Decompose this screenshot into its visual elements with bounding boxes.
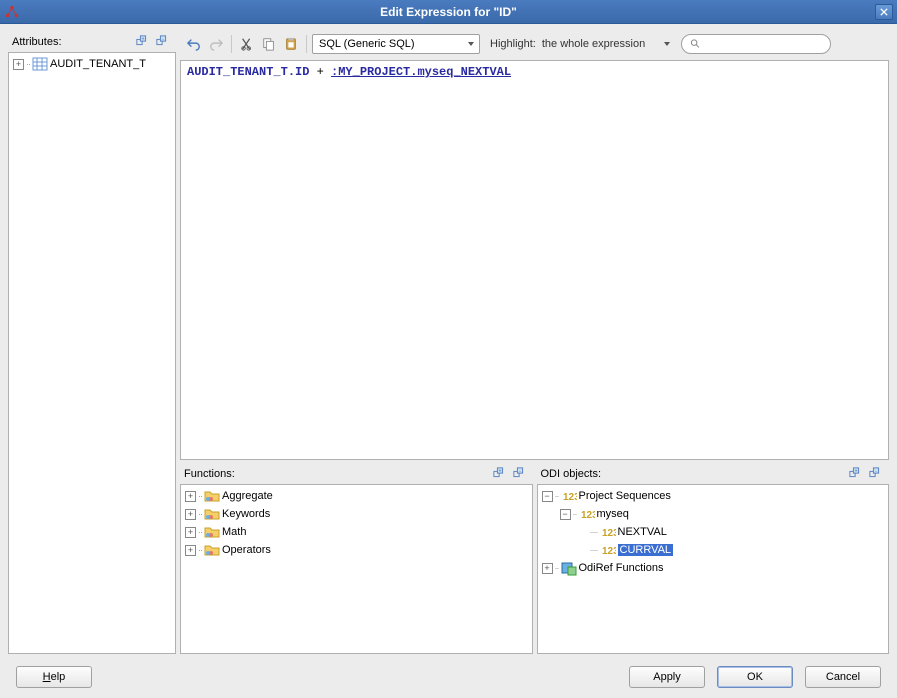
tree-node-myseq[interactable]: −·· 123 myseq: [540, 505, 887, 523]
odi-objects-panel: ODI objects: + - −·· 123 Project Sequenc…: [537, 464, 890, 654]
tree-label: Keywords: [222, 508, 270, 520]
highlight-dropdown[interactable]: the whole expression: [542, 38, 671, 50]
collapse-all-icon[interactable]: -: [511, 466, 529, 482]
search-input[interactable]: [701, 38, 822, 50]
expand-all-icon[interactable]: +: [134, 34, 152, 50]
apply-button[interactable]: Apply: [629, 666, 705, 688]
titlebar: Edit Expression for "ID": [0, 0, 897, 24]
folder-icon: [204, 488, 220, 504]
svg-text:-: -: [875, 468, 877, 474]
tree-node-project-sequences[interactable]: −·· 123 Project Sequences: [540, 487, 887, 505]
folder-icon: [204, 506, 220, 522]
collapse-icon[interactable]: −: [560, 509, 571, 520]
tree-node-audit-tenant[interactable]: + ·· AUDIT_TENANT_T: [11, 55, 173, 73]
sequence-icon: 123: [600, 524, 616, 540]
odi-objects-tree[interactable]: −·· 123 Project Sequences −·· 123 myseq …: [537, 484, 890, 654]
tree-label: OdiRef Functions: [579, 562, 664, 574]
functions-label: Functions:: [184, 468, 235, 480]
svg-text:+: +: [498, 468, 501, 474]
tree-node-operators[interactable]: +·· Operators: [183, 541, 530, 559]
expand-icon[interactable]: +: [185, 509, 196, 520]
search-icon: [690, 38, 701, 50]
tree-node-odiref[interactable]: +·· OdiRef Functions: [540, 559, 887, 577]
undo-icon[interactable]: [184, 34, 204, 54]
tree-node-math[interactable]: +·· Math: [183, 523, 530, 541]
attributes-panel: Attributes: + - + ·· AUDIT: [8, 32, 176, 654]
table-icon: [32, 56, 48, 72]
sequence-icon: 123: [600, 542, 616, 558]
copy-icon[interactable]: [259, 34, 279, 54]
window-title: Edit Expression for "ID": [380, 5, 517, 19]
expand-all-icon[interactable]: +: [491, 466, 509, 482]
chevron-down-icon: [467, 40, 475, 48]
expand-all-icon[interactable]: +: [847, 466, 865, 482]
expand-icon[interactable]: +: [185, 491, 196, 502]
expand-icon[interactable]: +: [185, 545, 196, 556]
close-button[interactable]: [875, 4, 893, 20]
svg-text:123: 123: [563, 492, 577, 503]
dialog-body: Attributes: + - + ·· AUDIT: [0, 24, 897, 698]
editor-column-ref: AUDIT_TENANT_T.ID: [187, 65, 309, 79]
sql-language-dropdown[interactable]: SQL (Generic SQL): [312, 34, 480, 54]
redo-icon[interactable]: [206, 34, 226, 54]
svg-text:123: 123: [602, 528, 616, 539]
svg-text:+: +: [854, 468, 857, 474]
ok-button[interactable]: OK: [717, 666, 793, 688]
sql-dropdown-label: SQL (Generic SQL): [319, 38, 415, 50]
odi-objects-label: ODI objects:: [541, 468, 602, 480]
tree-label: Math: [222, 526, 246, 538]
folder-icon: [204, 524, 220, 540]
editor-sequence-ref: :MY_PROJECT.myseq_NEXTVAL: [331, 65, 511, 79]
collapse-all-icon[interactable]: -: [154, 34, 172, 50]
help-button[interactable]: Help: [16, 666, 92, 688]
chevron-down-icon: [663, 40, 671, 48]
attributes-tree[interactable]: + ·· AUDIT_TENANT_T: [8, 52, 176, 654]
app-icon: [4, 4, 20, 20]
svg-text:+: +: [141, 36, 144, 42]
tree-node-currval[interactable]: ···· 123 CURRVAL: [540, 541, 887, 559]
odiref-icon: [561, 560, 577, 576]
functions-panel: Functions: + - +·· Aggregate: [180, 464, 533, 654]
highlight-prefix: Highlight:: [490, 38, 536, 50]
functions-tree[interactable]: +·· Aggregate +·· Keywords +·· Ma: [180, 484, 533, 654]
svg-text:123: 123: [602, 546, 616, 557]
tree-label-selected: CURRVAL: [618, 544, 674, 556]
tree-label: Aggregate: [222, 490, 273, 502]
search-box[interactable]: [681, 34, 831, 54]
expression-editor[interactable]: AUDIT_TENANT_T.ID + :MY_PROJECT.myseq_NE…: [180, 60, 889, 460]
tree-label: myseq: [597, 508, 629, 520]
paste-icon[interactable]: [281, 34, 301, 54]
button-bar: Help Apply OK Cancel: [8, 660, 889, 690]
tree-node-nextval[interactable]: ···· 123 NEXTVAL: [540, 523, 887, 541]
collapse-icon[interactable]: −: [542, 491, 553, 502]
tree-node-aggregate[interactable]: +·· Aggregate: [183, 487, 530, 505]
attributes-label: Attributes:: [12, 36, 62, 48]
expand-icon[interactable]: +: [542, 563, 553, 574]
expand-icon[interactable]: +: [13, 59, 24, 70]
svg-text:123: 123: [581, 510, 595, 521]
collapse-all-icon[interactable]: -: [867, 466, 885, 482]
editor-operator: +: [309, 65, 331, 79]
svg-text:-: -: [519, 468, 521, 474]
tree-label: Operators: [222, 544, 271, 556]
sequence-icon: 123: [561, 488, 577, 504]
cancel-button[interactable]: Cancel: [805, 666, 881, 688]
cut-icon[interactable]: [237, 34, 257, 54]
svg-text:-: -: [162, 36, 164, 42]
tree-node-keywords[interactable]: +·· Keywords: [183, 505, 530, 523]
expand-icon[interactable]: +: [185, 527, 196, 538]
tree-label: AUDIT_TENANT_T: [50, 58, 146, 70]
tree-label: Project Sequences: [579, 490, 671, 502]
tree-label: NEXTVAL: [618, 526, 667, 538]
editor-toolbar: SQL (Generic SQL) Highlight: the whole e…: [180, 32, 889, 56]
sequence-icon: 123: [579, 506, 595, 522]
folder-icon: [204, 542, 220, 558]
highlight-value: the whole expression: [542, 38, 645, 50]
